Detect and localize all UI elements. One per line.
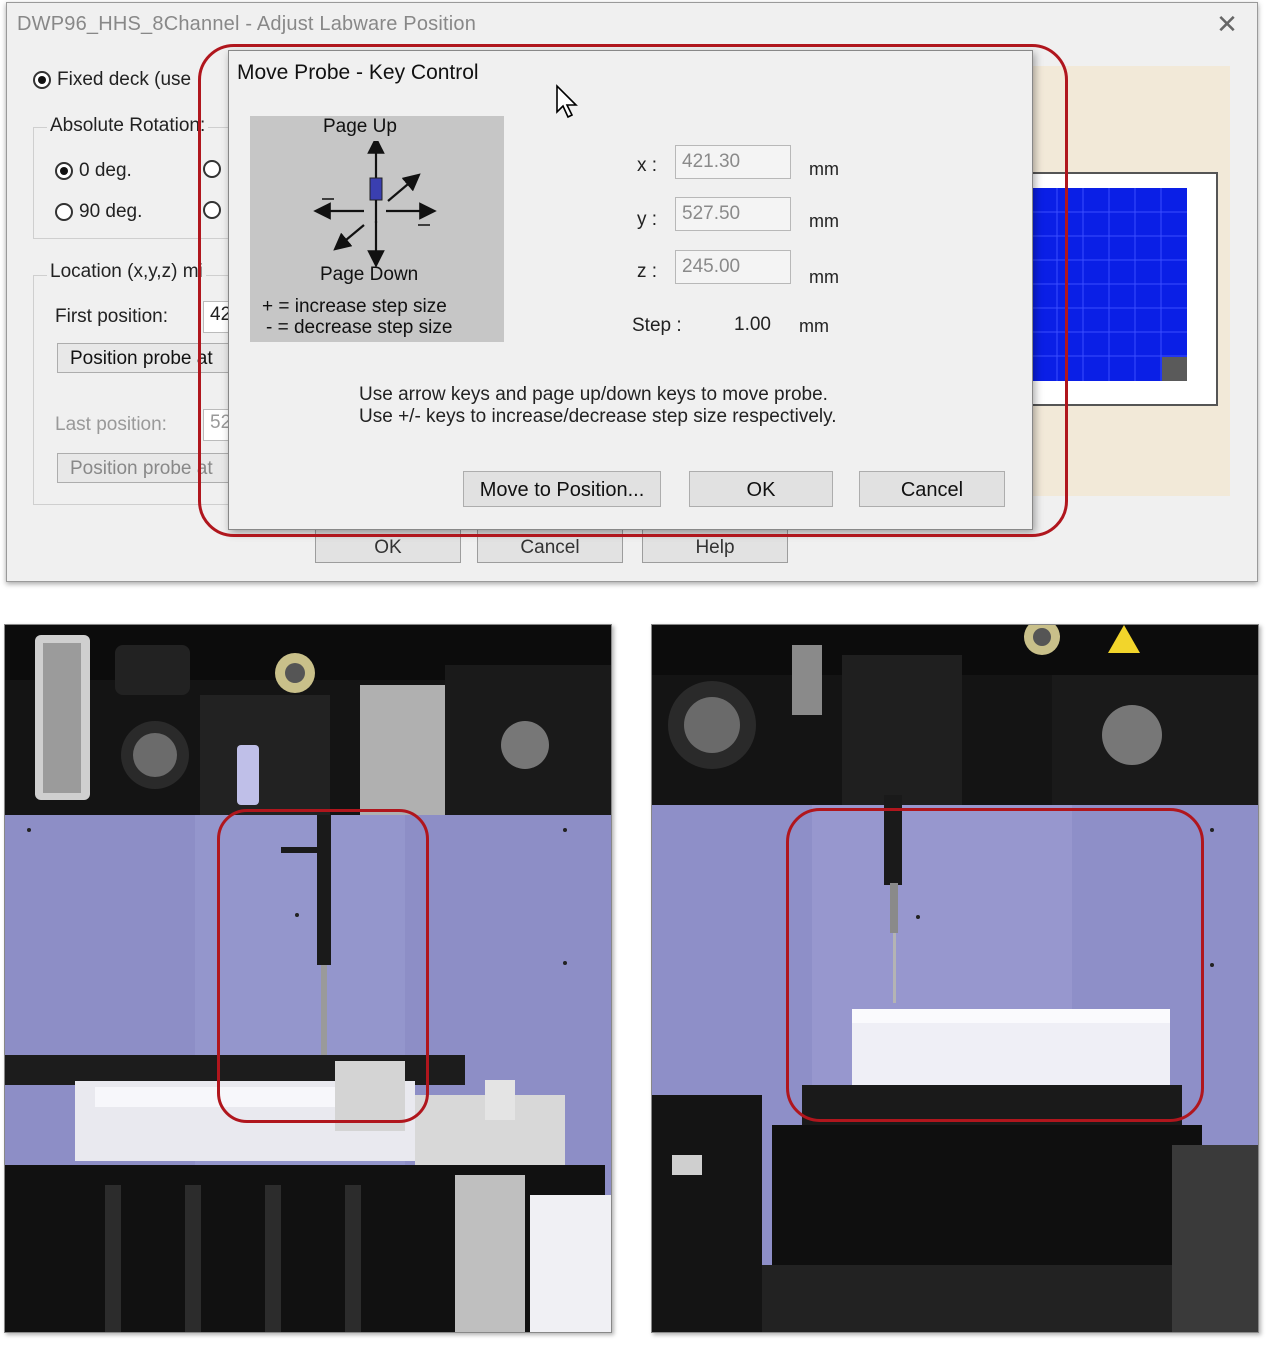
last-position-label: Last position: [55,414,167,435]
radio-button[interactable] [55,161,73,180]
rotation-0-radio[interactable]: 0 deg. [55,160,132,182]
instrument-photo-right [651,624,1259,1333]
rotation-0-label: 0 deg. [79,160,132,181]
first-position-label: First position: [55,306,168,327]
close-icon[interactable]: ✕ [1212,9,1242,39]
window-title: DWP96_HHS_8Channel - Adjust Labware Posi… [17,13,477,35]
probe-highlight-right [786,808,1204,1122]
fixed-deck-radio[interactable]: Fixed deck (use [33,69,191,91]
radio-button[interactable] [55,202,73,221]
radio-button[interactable] [33,70,51,89]
probe-highlight-left [217,809,429,1123]
fixed-deck-label: Fixed deck (use [57,69,192,90]
rotation-90-radio[interactable]: 90 deg. [55,201,142,223]
instrument-photo-left [4,624,612,1333]
dialog-highlight [198,44,1068,537]
location-label: Location (x,y,z) mi [47,261,206,283]
absolute-rotation-label: Absolute Rotation: [47,115,209,137]
rotation-90-label: 90 deg. [79,201,143,222]
